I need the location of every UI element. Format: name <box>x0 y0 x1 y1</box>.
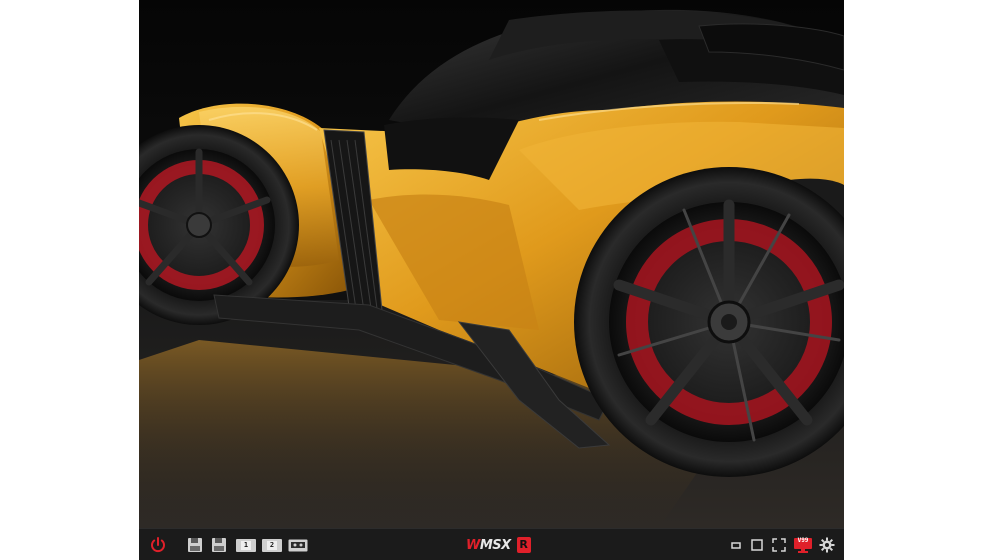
cassette-icon[interactable] <box>287 535 309 555</box>
window-icon[interactable] <box>749 535 765 555</box>
msx-logo: WMSX R <box>466 536 531 554</box>
monitor-label: V99 <box>797 537 809 544</box>
brand-prefix: W <box>466 537 480 553</box>
floppy-disk-icon[interactable] <box>185 535 205 555</box>
emulator-screen[interactable] <box>139 0 844 528</box>
minimize-icon[interactable] <box>729 535 743 555</box>
brand-badge: R <box>516 537 531 553</box>
cartridge-slot-icon: 1 <box>236 538 256 552</box>
cartridge-slot-2[interactable]: 2 <box>261 535 283 555</box>
monitor-icon[interactable]: V99 <box>792 535 814 555</box>
cartridge-slot-label: 2 <box>269 541 275 549</box>
car-wallpaper-image <box>139 0 844 528</box>
cartridge-slot-label: 1 <box>243 541 249 549</box>
gear-icon[interactable] <box>817 535 837 555</box>
power-icon[interactable] <box>147 535 169 555</box>
cartridge-slot-1[interactable]: 1 <box>235 535 257 555</box>
brand-text: MSX <box>479 537 511 553</box>
fullscreen-icon[interactable] <box>770 535 788 555</box>
floppy-disk-icon[interactable] <box>209 535 229 555</box>
taskbar: 1 2 WMSX R V99 <box>139 528 844 560</box>
cartridge-slot-icon: 2 <box>262 538 282 552</box>
